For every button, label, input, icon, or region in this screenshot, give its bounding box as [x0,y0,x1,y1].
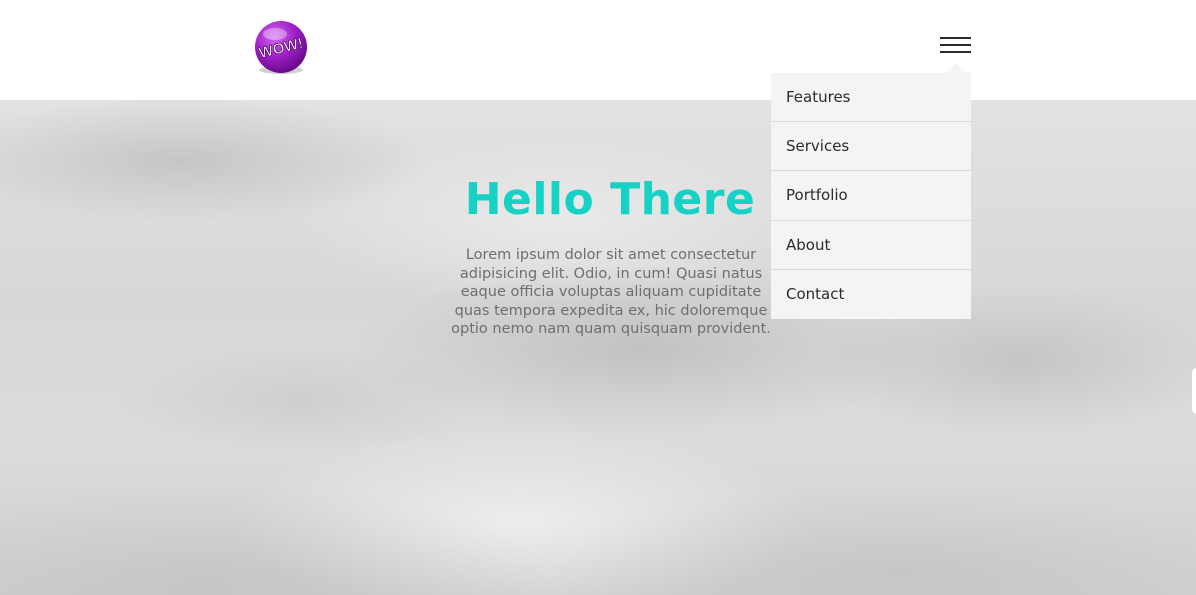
edge-tab[interactable] [1192,368,1196,414]
menu-item-portfolio[interactable]: Portfolio [771,171,971,221]
site-logo[interactable]: WOW! [251,18,311,78]
menu-item-services[interactable]: Services [771,122,971,172]
menu-item-about[interactable]: About [771,221,971,270]
wow-badge-icon: WOW! [255,21,307,74]
hamburger-line [940,37,971,39]
hero-description: Lorem ipsum dolor sit amet consectetur a… [451,247,771,338]
hero-section: Hello There Lorem ipsum dolor sit amet c… [0,100,1196,595]
menu-item-contact[interactable]: Contact [771,270,971,319]
hamburger-icon[interactable] [940,36,972,54]
page: Hello There Lorem ipsum dolor sit amet c… [0,0,1196,595]
site-header: WOW! [0,0,1196,100]
hamburger-line [940,51,971,53]
nav-dropdown-menu: Features Services Portfolio About Contac… [771,73,971,319]
hamburger-line [940,44,971,46]
menu-item-features[interactable]: Features [771,73,971,123]
dropdown-caret [946,63,966,73]
